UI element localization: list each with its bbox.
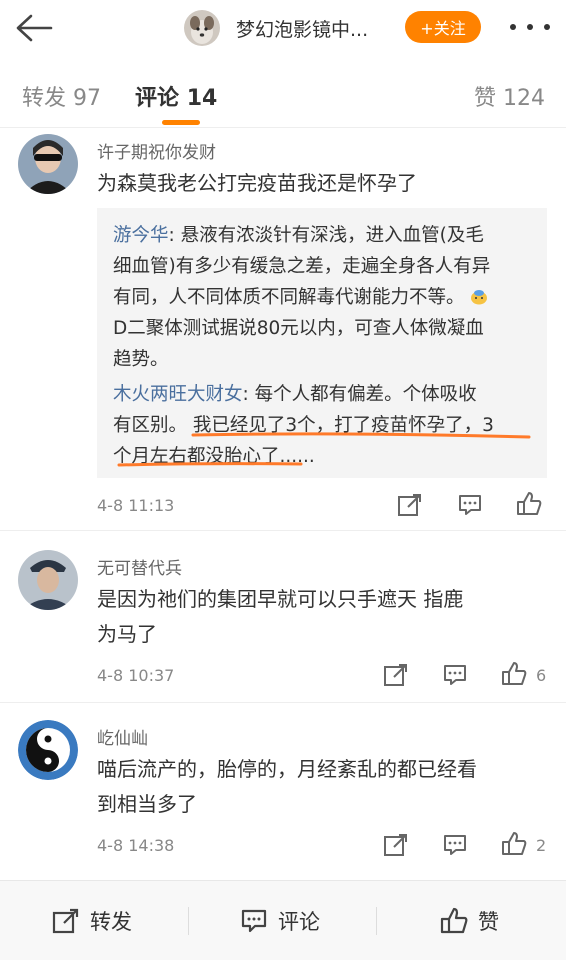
- title-area[interactable]: 梦幻泡影镜中...: [184, 8, 368, 48]
- like-label: 赞: [478, 910, 499, 934]
- divider: [188, 907, 189, 935]
- comment-text-line: 喵后流产的，胎停的，月经紊乱的都已经看: [97, 757, 477, 781]
- tab-label: 评论: [135, 86, 180, 111]
- repost-icon[interactable]: [381, 830, 411, 860]
- repost-label: 转发: [90, 910, 132, 934]
- comment-username[interactable]: 屹仙屾: [97, 724, 148, 749]
- active-tab-indicator: [162, 120, 200, 125]
- comment-icon[interactable]: [440, 830, 470, 860]
- tab-repost[interactable]: 转发 97: [22, 80, 101, 112]
- like-icon: [440, 907, 468, 934]
- divider: [0, 530, 566, 531]
- comment-text-line: 是因为祂们的集团早就可以只手遮天 指鹿: [97, 587, 464, 611]
- bottom-action-bar: 转发 评论 赞: [0, 880, 566, 960]
- reply-box[interactable]: 游今华: 悬液有浓淡针有深浅，进入血管(及毛 细血管)有多少有缓急之差，走遍全身…: [97, 208, 547, 478]
- comment-username[interactable]: 无可替代兵: [97, 554, 182, 579]
- tab-count: 97: [73, 86, 102, 111]
- comment-time: 4-8 11:13: [97, 496, 175, 515]
- divider: [0, 702, 566, 703]
- underline-annotation: [117, 432, 531, 467]
- divider: [376, 907, 377, 935]
- comment-icon[interactable]: [440, 660, 470, 690]
- comment-text-line: 为马了: [97, 622, 157, 646]
- comment-button[interactable]: 评论: [240, 903, 320, 939]
- like-icon[interactable]: [499, 829, 529, 859]
- more-dots-icon[interactable]: [510, 14, 550, 40]
- repost-button[interactable]: 转发: [52, 903, 132, 939]
- follow-button[interactable]: +关注: [405, 11, 481, 43]
- like-button[interactable]: 赞: [440, 903, 499, 939]
- comment-label: 评论: [278, 910, 320, 934]
- avatar[interactable]: [18, 550, 78, 610]
- repost-icon: [52, 908, 79, 934]
- tab-comment[interactable]: 评论 14: [135, 80, 217, 112]
- comment-text: 是因为祂们的集团早就可以只手遮天 指鹿 为马了: [97, 582, 552, 652]
- top-bar: 梦幻泡影镜中... +关注: [0, 0, 566, 56]
- comment-time: 4-8 14:38: [97, 836, 175, 855]
- tab-likes[interactable]: 赞 124: [474, 80, 545, 112]
- avatar[interactable]: [18, 134, 78, 194]
- repost-icon[interactable]: [381, 660, 411, 690]
- like-icon[interactable]: [499, 659, 529, 689]
- page-title: 梦幻泡影镜中...: [236, 18, 369, 41]
- comment-username[interactable]: 许子期祝你发财: [97, 138, 216, 163]
- comment-time: 4-8 10:37: [97, 666, 175, 685]
- tab-label: 赞: [474, 86, 497, 111]
- comment-icon: [241, 909, 267, 933]
- back-arrow-icon[interactable]: [14, 10, 54, 46]
- tab-count: 124: [503, 86, 546, 111]
- yin-yang-icon: [18, 720, 78, 780]
- comment-text: 喵后流产的，胎停的，月经紊乱的都已经看 到相当多了: [97, 752, 552, 822]
- tab-label: 转发: [22, 86, 67, 111]
- like-count: 2: [536, 836, 547, 855]
- avatar[interactable]: [18, 720, 78, 780]
- repost-icon[interactable]: [395, 490, 425, 520]
- comment-icon[interactable]: [455, 490, 485, 520]
- comment-text-line: 到相当多了: [97, 792, 197, 816]
- tab-count: 14: [186, 86, 218, 111]
- comment-text: 为森莫我老公打完疫苗我还是怀孕了: [97, 171, 417, 195]
- like-icon[interactable]: [514, 489, 544, 519]
- like-count: 6: [536, 666, 547, 685]
- tab-bar: 转发 97 评论 14 赞 124: [0, 62, 566, 128]
- user-avatar[interactable]: [184, 10, 220, 46]
